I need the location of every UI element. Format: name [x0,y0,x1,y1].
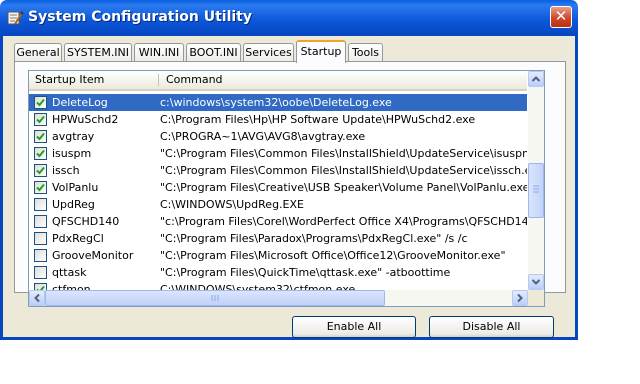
arrow-down-icon [531,279,541,285]
startup-item-name: issch [52,164,80,177]
tab-label: SYSTEM.INI [66,46,130,59]
msconfig-app-icon [6,9,24,27]
startup-item-name: VolPanlu [52,181,99,194]
scroll-left-button[interactable] [29,290,45,306]
scroll-right-button[interactable] [512,290,528,306]
startup-item-checkbox[interactable] [34,232,47,245]
arrow-left-icon [34,293,40,303]
list-header: Startup Item Command [29,71,527,91]
startup-item-command: C:\WINDOWS\UpdReg.EXE [160,198,304,211]
startup-item-checkbox[interactable] [34,130,47,143]
startup-item-checkbox[interactable] [34,249,47,262]
tab-label: Services [245,46,292,59]
dialog-client: General SYSTEM.INI WIN.INI BOOT.INI Serv… [0,36,578,340]
tab-general[interactable]: General [14,43,62,62]
startup-row[interactable]: avgtray C:\PROGRA~1\AVG\AVG8\avgtray.exe [29,128,527,145]
column-divider[interactable] [158,74,159,86]
column-header-command[interactable]: Command [160,71,527,89]
startup-item-command: c:\windows\system32\oobe\DeleteLog.exe [160,96,392,109]
startup-item-checkbox[interactable] [34,164,47,177]
tab-startup[interactable]: Startup [296,40,346,63]
startup-item-checkbox[interactable] [34,147,47,160]
tab-label: General [16,46,60,59]
startup-item-command: "C:\Program Files\Common Files\InstallSh… [160,164,527,177]
title-bar[interactable]: System Configuration Utility ✕ [0,0,578,36]
startup-item-name: GrooveMonitor [52,249,134,262]
disable-all-button[interactable]: Disable All [429,316,554,338]
startup-item-name: HPWuSchd2 [52,113,119,126]
startup-row[interactable]: qttask "C:\Program Files\QuickTime\qttask… [29,264,527,281]
tab-system-ini[interactable]: SYSTEM.INI [64,43,132,62]
startup-row[interactable]: issch "C:\Program Files\Common Files\Inst… [29,162,527,179]
startup-row[interactable]: QFSCHD140 "c:\Program Files\Corel\WordPer… [29,213,527,230]
column-header-startup-item[interactable]: Startup Item [29,71,159,89]
scrollbar-corner [528,290,544,306]
startup-item-checkbox[interactable] [34,198,47,211]
startup-list[interactable]: Startup Item Command DeleteLog c:\windows… [28,70,545,307]
startup-tab-panel: Startup Item Command DeleteLog c:\windows… [14,61,566,307]
tab-services[interactable]: Services [243,43,294,62]
startup-row[interactable]: DeleteLog c:\windows\system32\oobe\Delete… [29,94,527,111]
vertical-scrollbar[interactable] [528,71,544,290]
close-button[interactable]: ✕ [550,6,572,28]
startup-item-checkbox[interactable] [34,215,47,228]
startup-item-checkbox[interactable] [34,181,47,194]
tab-label: BOOT.INI [189,46,238,59]
close-icon: ✕ [554,7,568,25]
startup-row[interactable]: isuspm "C:\Program Files\Common Files\Ins… [29,145,527,162]
startup-item-name: QFSCHD140 [52,215,120,228]
arrow-right-icon [517,293,523,303]
startup-item-name: PdxRegCl [52,232,104,245]
startup-item-checkbox[interactable] [34,113,47,126]
check-icon [36,132,45,141]
window-title: System Configuration Utility [28,9,252,25]
startup-item-command: "C:\Program Files\Microsoft Office\Offic… [160,249,506,262]
startup-row[interactable]: GrooveMonitor "C:\Program Files\Microsoft… [29,247,527,264]
tab-label: Startup [300,45,342,58]
startup-item-name: qttask [52,266,87,279]
horizontal-scroll-thumb[interactable] [45,290,385,306]
startup-item-command: "C:\Program Files\Paradox\Programs\PdxRe… [160,232,468,245]
startup-item-name: DeleteLog [52,96,108,109]
check-icon [36,98,45,107]
check-icon [36,149,45,158]
check-icon [36,183,45,192]
startup-item-name: isuspm [52,147,92,160]
horizontal-scrollbar[interactable] [29,290,528,306]
scroll-up-button[interactable] [528,71,544,87]
startup-item-command: "C:\Program Files\QuickTime\qttask.exe" … [160,266,451,279]
startup-item-command: "C:\Program Files\Creative\USB Speaker\V… [160,181,527,194]
tab-tools[interactable]: Tools [348,43,383,62]
tab-label: WIN.INI [138,46,180,59]
tab-label: Tools [351,46,380,59]
vertical-scroll-thumb[interactable] [528,163,544,218]
check-icon [36,115,45,124]
enable-all-button[interactable]: Enable All [292,316,416,338]
startup-item-command: C:\Program Files\Hp\HP Software Update\H… [160,113,476,126]
startup-item-checkbox[interactable] [34,266,47,279]
startup-item-checkbox[interactable] [34,96,47,109]
tab-win-ini[interactable]: WIN.INI [134,43,184,62]
arrow-up-icon [531,76,541,82]
scroll-down-button[interactable] [528,274,544,290]
startup-row[interactable]: HPWuSchd2 C:\Program Files\Hp\HP Software… [29,111,527,128]
startup-item-name: UpdReg [52,198,95,211]
system-configuration-window: System Configuration Utility ✕ General S… [0,0,578,340]
startup-item-name: avgtray [52,130,95,143]
startup-row[interactable]: VolPanlu "C:\Program Files\Creative\USB S… [29,179,527,196]
check-icon [36,166,45,175]
tab-boot-ini[interactable]: BOOT.INI [186,43,241,62]
startup-item-command: C:\PROGRA~1\AVG\AVG8\avgtray.exe [160,130,366,143]
startup-item-command: "c:\Program Files\Corel\WordPerfect Offi… [160,215,527,228]
startup-item-command: "C:\Program Files\Common Files\InstallSh… [160,147,527,160]
startup-row[interactable]: PdxRegCl "C:\Program Files\Paradox\Progra… [29,230,527,247]
startup-row[interactable]: UpdReg C:\WINDOWS\UpdReg.EXE [29,196,527,213]
